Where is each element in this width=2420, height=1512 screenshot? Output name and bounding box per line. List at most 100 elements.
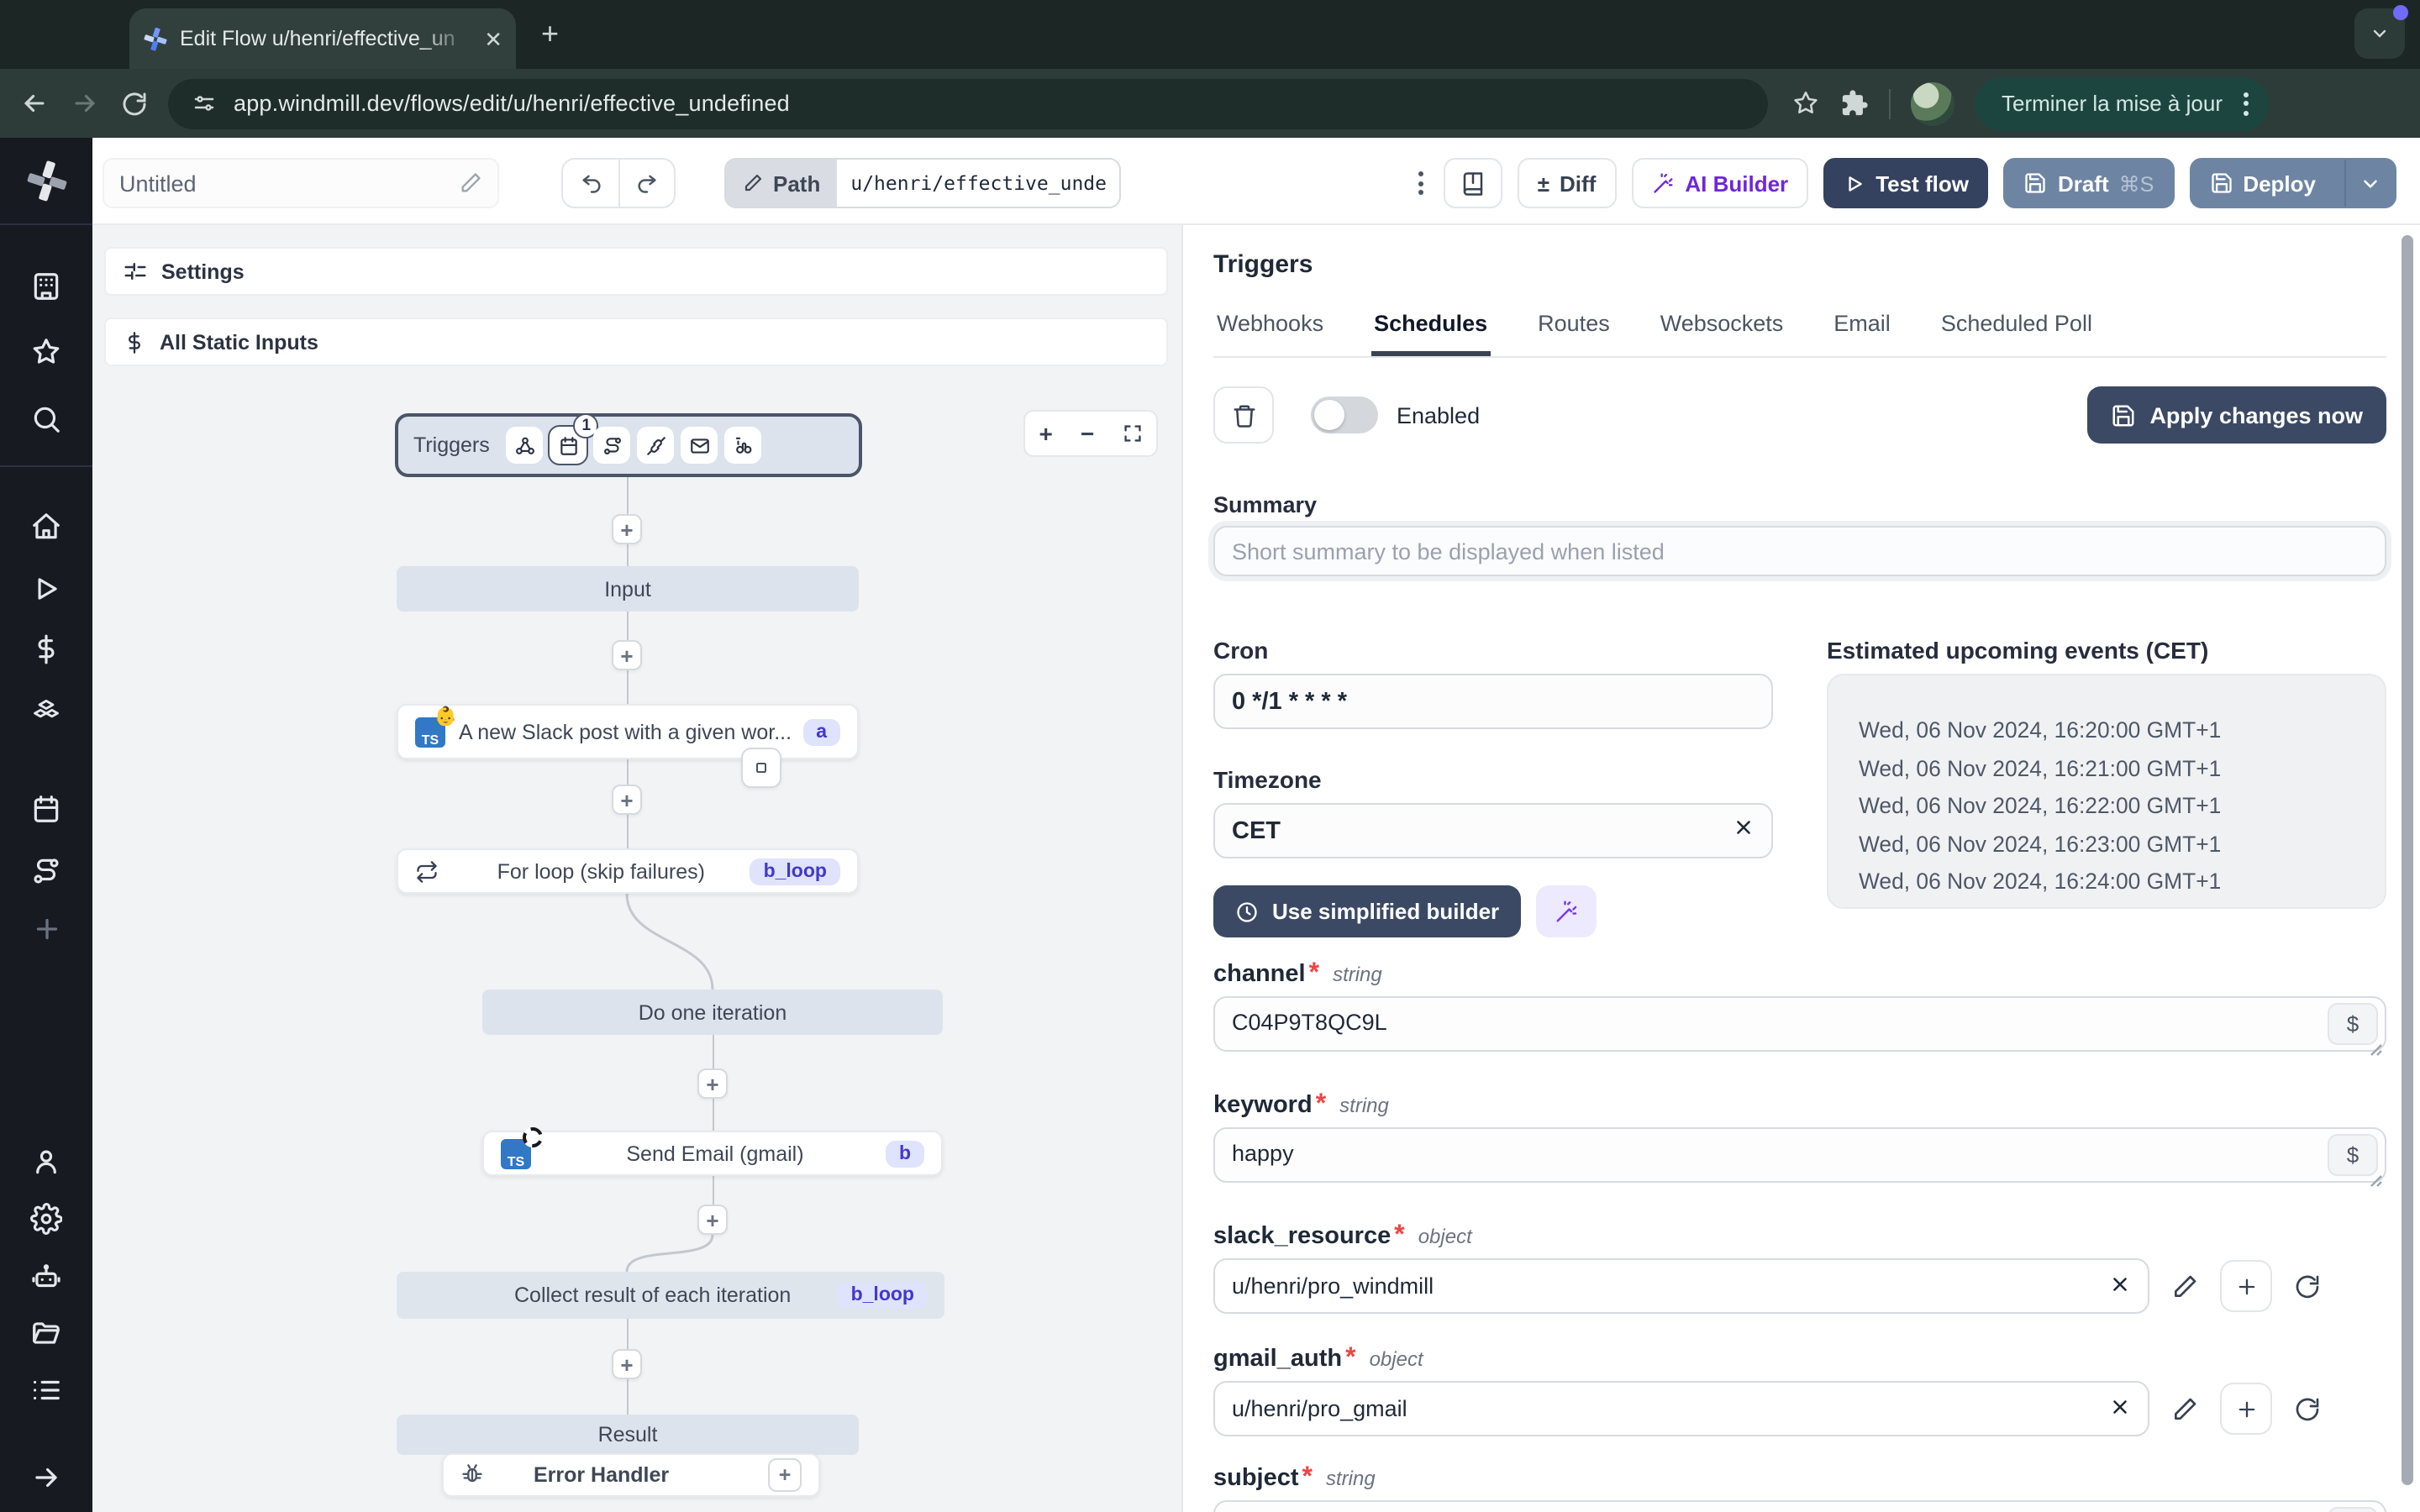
gmail-auth-input[interactable]: [1213, 1381, 2149, 1436]
chrome-update-button[interactable]: Terminer la mise à jour: [1975, 76, 2268, 130]
email-step-node[interactable]: TS Send Email (gmail) b: [482, 1126, 943, 1176]
redo-button[interactable]: [618, 160, 674, 207]
edit-pencil-icon[interactable]: [459, 171, 482, 195]
variable-picker-button[interactable]: $: [2328, 1134, 2378, 1176]
add-step-button[interactable]: +: [612, 785, 642, 815]
delete-schedule-button[interactable]: [1213, 386, 1274, 444]
keyword-input[interactable]: happy: [1213, 1127, 2386, 1183]
docs-button[interactable]: [1443, 158, 1502, 208]
variable-picker-button[interactable]: $: [2328, 1507, 2378, 1512]
resize-handle[interactable]: [2370, 1043, 2383, 1057]
cron-input[interactable]: [1213, 674, 1773, 729]
flow-canvas[interactable]: Settings All Static Inputs Triggers 1 + …: [92, 225, 1181, 1512]
draft-button[interactable]: Draft ⌘S: [2003, 158, 2175, 208]
fit-view-button[interactable]: [1122, 423, 1142, 444]
sidebar-item-logs[interactable]: [0, 1374, 92, 1406]
summary-input[interactable]: [1213, 526, 2386, 576]
windmill-logo-icon[interactable]: [0, 160, 92, 203]
extensions-icon[interactable]: [1840, 89, 1869, 118]
sidebar-item-folders[interactable]: [0, 1317, 92, 1349]
clear-timezone-icon[interactable]: [1733, 816, 1754, 838]
add-resource-button[interactable]: [2220, 1383, 2272, 1435]
zoom-in-button[interactable]: +: [1039, 420, 1053, 447]
ai-cron-button[interactable]: [1536, 885, 1597, 937]
do-one-iteration-node[interactable]: Do one iteration: [482, 990, 943, 1035]
resize-handle[interactable]: [2370, 1174, 2383, 1188]
tab-websockets[interactable]: Websockets: [1657, 311, 1787, 356]
variable-picker-button[interactable]: $: [2328, 1003, 2378, 1045]
sidebar-item-favorites[interactable]: [0, 336, 92, 368]
browser-chevron-button[interactable]: [2354, 5, 2408, 59]
tab-webhooks[interactable]: Webhooks: [1213, 311, 1327, 356]
sidebar-item-workspace[interactable]: [0, 270, 92, 302]
sidebar-add-button[interactable]: [0, 914, 92, 944]
deploy-button[interactable]: Deploy: [2191, 171, 2334, 196]
bookmark-star-icon[interactable]: [1791, 89, 1820, 118]
channel-input[interactable]: C04P9T8QC9L: [1213, 996, 2386, 1052]
add-step-button[interactable]: +: [697, 1068, 728, 1099]
add-step-button[interactable]: +: [697, 1205, 728, 1235]
collect-result-node[interactable]: Collect result of each iteration b_loop: [397, 1272, 944, 1319]
stop-after-if-button[interactable]: [741, 748, 781, 788]
add-step-button[interactable]: +: [612, 514, 642, 544]
more-options-icon[interactable]: [1418, 171, 1423, 195]
back-button[interactable]: [17, 89, 50, 118]
clear-resource-icon[interactable]: [2109, 1396, 2131, 1418]
email-trigger-icon[interactable]: [681, 427, 718, 464]
diff-button[interactable]: ± Diff: [1517, 158, 1617, 208]
undo-button[interactable]: [563, 160, 618, 207]
sidebar-item-users[interactable]: [0, 1146, 92, 1178]
route-trigger-icon[interactable]: [593, 427, 631, 464]
sidebar-item-variables[interactable]: [0, 633, 92, 665]
tab-scheduled-poll[interactable]: Scheduled Poll: [1938, 311, 2096, 356]
flow-name-input[interactable]: Untitled: [103, 158, 499, 208]
deploy-dropdown-button[interactable]: [2344, 160, 2395, 207]
result-node[interactable]: Result: [397, 1415, 859, 1455]
slack-step-node[interactable]: TS 👶 A new Slack post with a given wor...…: [397, 704, 859, 759]
refresh-resource-button[interactable]: [2294, 1395, 2321, 1422]
site-info-icon[interactable]: [192, 91, 217, 116]
scheduled-poll-trigger-icon[interactable]: [724, 427, 762, 464]
sidebar-item-schedules[interactable]: [0, 793, 92, 825]
edit-resource-button[interactable]: [2171, 1273, 2198, 1299]
tab-email[interactable]: Email: [1830, 311, 1894, 356]
zoom-out-button[interactable]: −: [1081, 420, 1094, 447]
add-step-button[interactable]: +: [612, 640, 642, 670]
enabled-toggle[interactable]: [1311, 396, 1378, 433]
path-edit-button[interactable]: Path: [726, 160, 838, 207]
tab-close-icon[interactable]: ✕: [484, 28, 502, 50]
websocket-trigger-icon[interactable]: [637, 427, 675, 464]
schedule-trigger-icon[interactable]: 1: [548, 413, 599, 465]
test-flow-button[interactable]: Test flow: [1823, 158, 1989, 208]
forward-button[interactable]: [67, 89, 101, 118]
tab-routes[interactable]: Routes: [1534, 311, 1613, 356]
sidebar-item-ai[interactable]: [0, 1262, 92, 1294]
sidebar-item-routes[interactable]: [0, 855, 92, 887]
sidebar-item-resources[interactable]: [0, 694, 92, 726]
webhook-trigger-icon[interactable]: [506, 427, 544, 464]
browser-menu-icon[interactable]: [2243, 92, 2248, 115]
add-step-button[interactable]: +: [612, 1349, 642, 1379]
clear-resource-icon[interactable]: [2109, 1273, 2131, 1295]
ai-builder-button[interactable]: AI Builder: [1631, 158, 1809, 208]
timezone-input[interactable]: [1213, 803, 1773, 858]
avatar[interactable]: [1911, 81, 1954, 125]
sidebar-item-settings[interactable]: [0, 1203, 92, 1235]
triggers-node[interactable]: Triggers 1: [395, 413, 862, 477]
slack-resource-input[interactable]: [1213, 1258, 2149, 1314]
sidebar-item-search[interactable]: [0, 403, 92, 435]
error-handler-node[interactable]: Error Handler +: [442, 1453, 820, 1497]
subject-input[interactable]: [1213, 1500, 2386, 1512]
tab-schedules[interactable]: Schedules: [1370, 311, 1491, 356]
sidebar-item-home[interactable]: [0, 511, 92, 543]
new-tab-button[interactable]: +: [541, 17, 559, 52]
add-error-handler-button[interactable]: +: [768, 1458, 802, 1492]
forloop-node[interactable]: For loop (skip failures) b_loop: [397, 848, 859, 894]
apply-changes-button[interactable]: Apply changes now: [2087, 386, 2386, 444]
sidebar-expand-button[interactable]: [0, 1462, 92, 1494]
input-node[interactable]: Input: [397, 566, 859, 612]
panel-scrollbar[interactable]: [2402, 235, 2413, 1485]
browser-tab[interactable]: Edit Flow u/henri/effective_un ✕: [129, 8, 516, 69]
path-input[interactable]: [837, 160, 1120, 207]
sidebar-item-runs[interactable]: [0, 573, 92, 605]
